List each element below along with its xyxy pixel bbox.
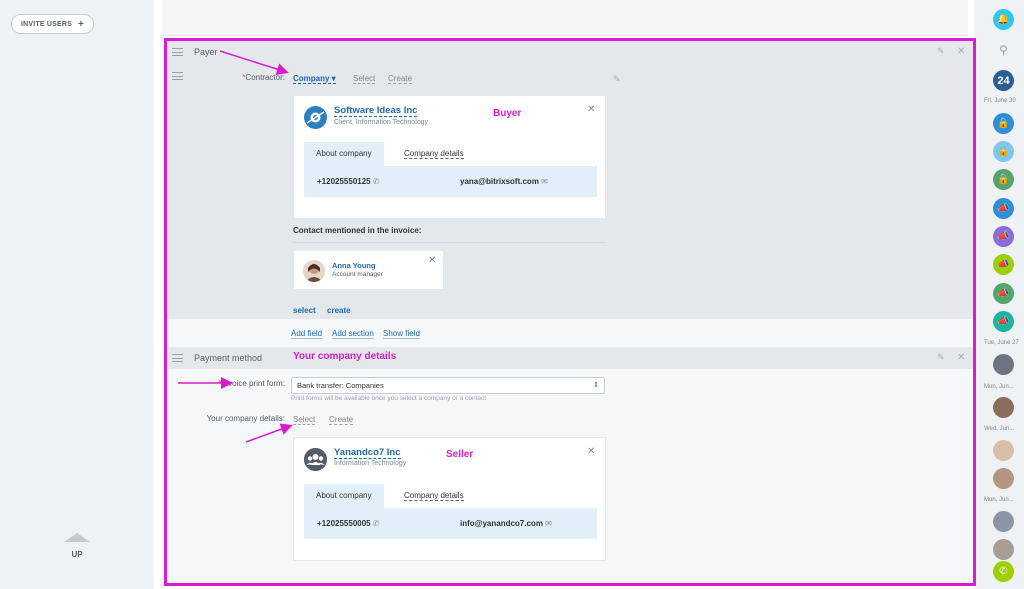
seller-email[interactable]: info@yanandco7.com ✉ [460, 519, 552, 528]
contact-create-link[interactable]: create [327, 306, 351, 315]
select-arrows-icon: ⇕ [593, 382, 599, 389]
print-form-hint: Print forms will be available once you s… [291, 395, 487, 402]
your-company-details-tag: Your company details [293, 351, 397, 362]
notifications-bell-icon[interactable]: 🔔 [993, 9, 1014, 30]
contact-name[interactable]: Anna Young [332, 261, 375, 270]
print-form-select[interactable]: Bank transfer: Companies ⇕ [291, 377, 605, 394]
add-field-link[interactable]: Add field [291, 329, 323, 339]
contractor-type-dropdown[interactable]: Company ▾ [293, 74, 336, 84]
buyer-email[interactable]: yana@bitrixsoft.com ✉ [460, 177, 548, 186]
drag-handle-icon[interactable] [172, 72, 183, 80]
contractor-select-link[interactable]: Select [353, 74, 376, 84]
tab-about-company[interactable]: About company [304, 484, 384, 508]
date-label: Fri, June 30 [984, 98, 1016, 104]
up-arrow-icon [64, 533, 90, 542]
company-details-select-link[interactable]: Select [293, 415, 316, 425]
seller-company-name[interactable]: Yanandco7 Inc [334, 448, 401, 459]
seller-tabs: About company Company details [304, 484, 597, 508]
user-avatar[interactable] [993, 440, 1014, 461]
buyer-info-bar: +12025550125 ✆ yana@bitrixsoft.com ✉ [304, 166, 597, 197]
buyer-company-card: Software Ideas Inc Client, Information T… [293, 95, 606, 219]
user-avatar[interactable] [993, 511, 1014, 532]
date-label: Mon, Jun... [984, 497, 1014, 503]
user-avatar[interactable] [993, 539, 1014, 560]
date-label: Mon, Jun... [984, 384, 1014, 390]
seller-company-sub: Information Technology [334, 460, 407, 467]
calendar-counter[interactable]: 24 [993, 70, 1014, 91]
payer-section-title: Payer [194, 47, 218, 57]
lock-icon[interactable]: 🔒 [993, 169, 1014, 190]
payer-section-header: Payer ✎ ✕ [167, 41, 973, 63]
contact-select-link[interactable]: select [293, 306, 316, 315]
phone-icon: ✆ [372, 177, 380, 186]
mail-icon: ✉ [541, 177, 548, 186]
right-toolbar: 🔔 ⚲ 24 Fri, June 30 🔒 🔒 🔒 📣 📣 📣 📣 📣 Tue,… [980, 0, 1024, 589]
edit-pencil-icon[interactable]: ✎ [937, 46, 945, 57]
edit-pencil-icon[interactable]: ✎ [613, 74, 621, 85]
buyer-company-name[interactable]: Software Ideas Inc [334, 106, 418, 117]
remove-seller-icon[interactable]: ✕ [587, 446, 595, 457]
megaphone-icon[interactable]: 📣 [993, 226, 1014, 247]
tab-company-details[interactable]: Company details [404, 484, 464, 508]
seller-info-bar: +12025550005 ✆ info@yanandco7.com ✉ [304, 508, 597, 539]
remove-company-icon[interactable]: ✕ [587, 104, 595, 115]
company-details-label: Your company details: [206, 414, 285, 423]
seller-company-card: Yanandco7 Inc Information Technology Sel… [293, 437, 606, 561]
scroll-up-button[interactable]: UP [60, 533, 94, 559]
buyer-tag: Buyer [493, 108, 522, 119]
megaphone-icon[interactable]: 📣 [993, 311, 1014, 332]
date-label: Wed, Jun... [984, 426, 1015, 432]
megaphone-icon[interactable]: 📣 [993, 198, 1014, 219]
payment-section-title: Payment method [194, 353, 263, 363]
contact-card: Anna Young Account manager ✕ [293, 250, 444, 290]
phone-call-icon[interactable]: ✆ [993, 561, 1014, 582]
invite-users-button[interactable]: INVITE USERS + [11, 14, 95, 34]
buyer-company-sub: Client, Information Technology [334, 119, 429, 126]
top-strip [162, 0, 968, 36]
buyer-tabs: About company Company details [304, 142, 597, 166]
close-icon[interactable]: ✕ [957, 352, 965, 363]
company-logo-icon [304, 106, 327, 129]
drag-handle-icon[interactable] [172, 354, 183, 362]
payment-section-header: Payment method Your company details ✎ ✕ [167, 347, 973, 369]
invoice-form-frame: Payer ✎ ✕ *Contractor: Company ▾ Select … [164, 38, 976, 586]
date-label: Tue, June 27 [984, 340, 1019, 346]
lock-icon[interactable]: 🔒 [993, 113, 1014, 134]
payer-section-body: *Contractor: Company ▾ Select Create ✎ S… [167, 63, 973, 319]
contact-role: Account manager [332, 271, 383, 278]
company-details-create-link[interactable]: Create [329, 415, 354, 425]
seller-tag: Seller [446, 449, 474, 460]
user-avatar[interactable] [993, 397, 1014, 418]
drag-handle-icon[interactable] [172, 48, 183, 56]
left-sidebar: INVITE USERS + UP [0, 0, 154, 589]
add-section-link[interactable]: Add section [332, 329, 374, 339]
tab-company-details[interactable]: Company details [404, 142, 464, 166]
seller-phone[interactable]: +12025550005 ✆ [317, 519, 380, 528]
remove-contact-icon[interactable]: ✕ [428, 255, 436, 266]
lock-icon[interactable]: 🔒 [993, 141, 1014, 162]
search-icon[interactable]: ⚲ [993, 39, 1014, 60]
avatar [303, 260, 325, 282]
contractor-label: *Contractor: [242, 73, 285, 82]
plus-icon: + [78, 18, 85, 30]
divider [293, 242, 606, 243]
user-avatar[interactable] [993, 354, 1014, 375]
user-avatar[interactable] [993, 468, 1014, 489]
edit-pencil-icon[interactable]: ✎ [937, 352, 945, 363]
up-label: UP [71, 550, 83, 559]
contractor-create-link[interactable]: Create [388, 74, 413, 84]
buyer-phone[interactable]: +12025550125 ✆ [317, 177, 380, 186]
mail-icon: ✉ [545, 519, 552, 528]
contact-heading: Contact mentioned in the invoice: [293, 226, 422, 235]
invite-users-label: INVITE USERS [21, 20, 73, 28]
company-group-icon [304, 448, 327, 471]
show-field-link[interactable]: Show field [383, 329, 420, 339]
tab-about-company[interactable]: About company [304, 142, 384, 166]
close-icon[interactable]: ✕ [957, 46, 965, 57]
megaphone-icon[interactable]: 📣 [993, 283, 1014, 304]
megaphone-icon[interactable]: 📣 [993, 254, 1014, 275]
print-form-label: *Invoice print form: [218, 379, 285, 388]
phone-icon: ✆ [372, 519, 380, 528]
